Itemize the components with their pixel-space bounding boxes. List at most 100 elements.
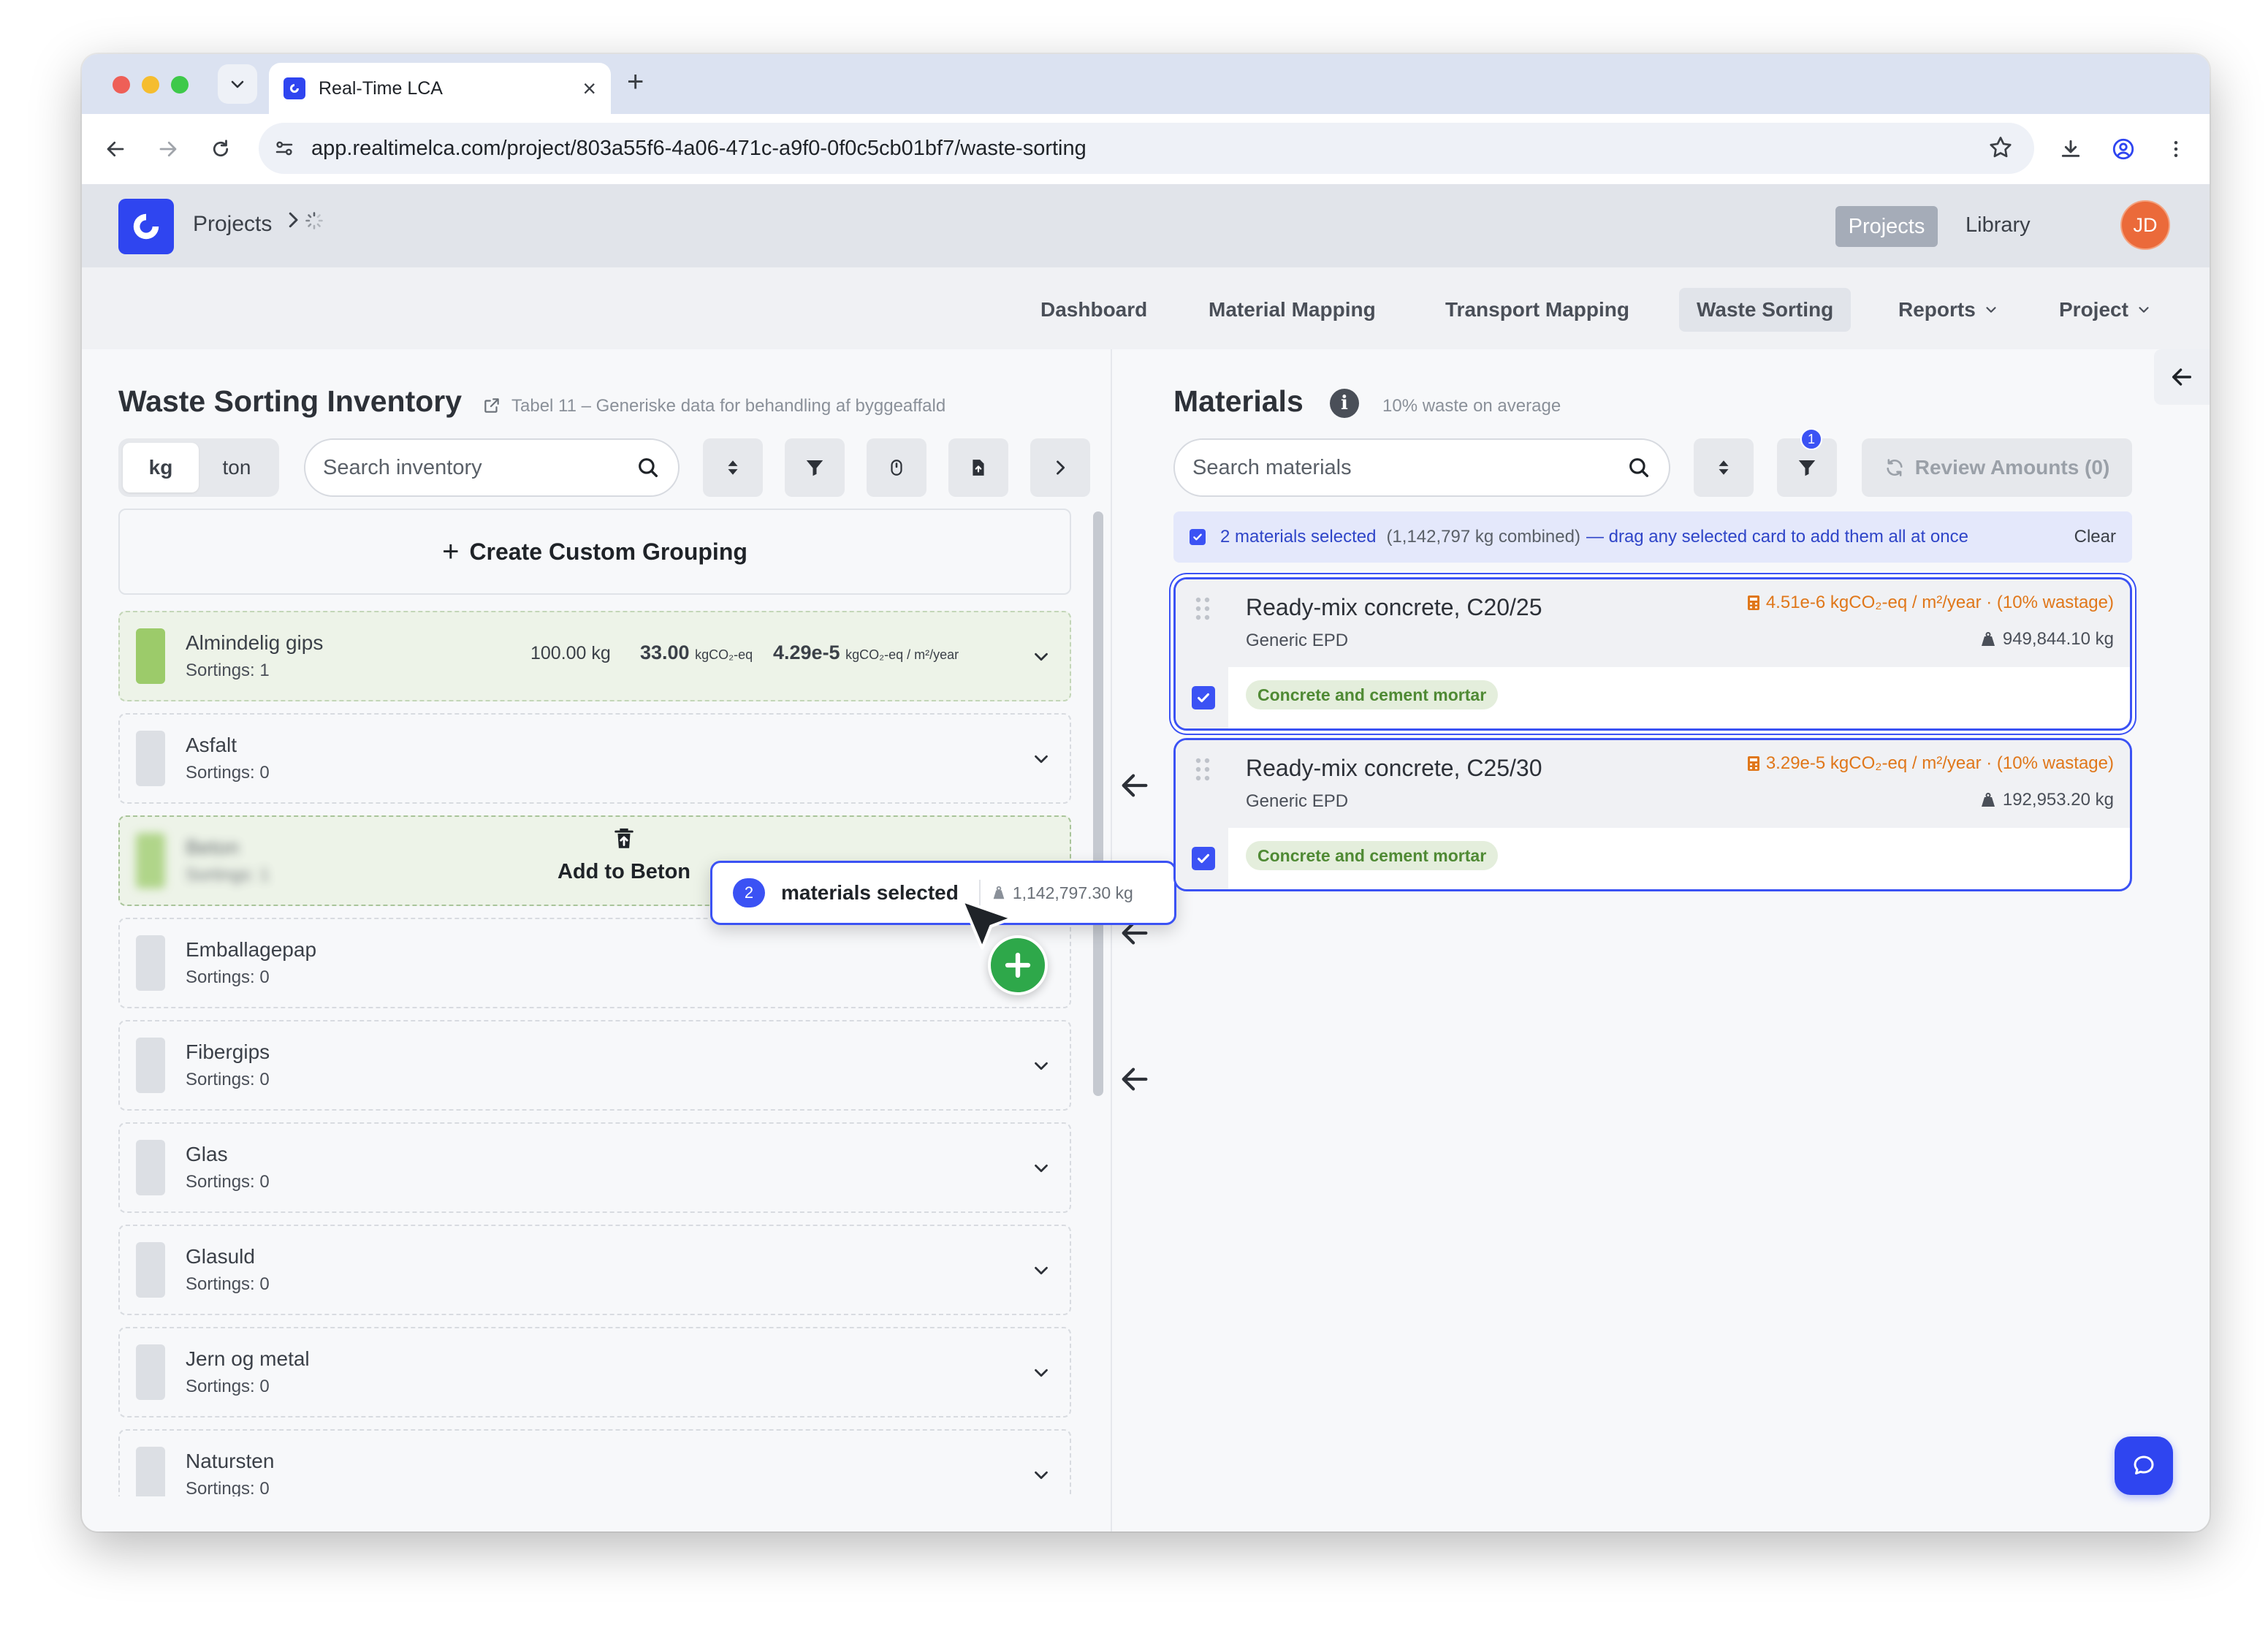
new-tab-button[interactable]: + xyxy=(627,66,644,99)
file-export-icon xyxy=(973,460,984,476)
materials-search-input[interactable] xyxy=(1192,455,1626,480)
search-icon[interactable] xyxy=(636,455,661,480)
group-name: Glasuld xyxy=(186,1245,255,1268)
library-link[interactable]: Library xyxy=(1966,213,2031,237)
back-button[interactable] xyxy=(99,133,132,165)
reload-button[interactable] xyxy=(205,133,237,165)
group-name: Jern og metal xyxy=(186,1347,310,1370)
reload-icon xyxy=(213,140,229,157)
user-avatar[interactable]: JD xyxy=(2122,202,2169,248)
chat-support-button[interactable] xyxy=(2115,1436,2173,1495)
unit-kg-button[interactable]: kg xyxy=(123,443,199,492)
external-link-icon[interactable] xyxy=(482,396,501,415)
expand-button[interactable] xyxy=(1030,438,1090,497)
url-bar[interactable]: app.realtimelca.com/project/803a55f6-4a0… xyxy=(259,123,2034,174)
chevron-right-icon xyxy=(1057,460,1065,475)
material-checkbox[interactable] xyxy=(1192,847,1215,870)
forward-button[interactable] xyxy=(152,133,184,165)
waste-group[interactable]: Natursten Sortings: 0 xyxy=(118,1429,1071,1496)
select-all-checkbox[interactable] xyxy=(1190,529,1206,545)
waste-group[interactable]: Glasuld Sortings: 0 xyxy=(118,1225,1071,1315)
bookmark-star-icon[interactable] xyxy=(1987,134,2014,161)
waste-group[interactable]: Asfalt Sortings: 0 xyxy=(118,713,1071,804)
group-color-swatch xyxy=(136,1242,165,1298)
export-button[interactable] xyxy=(948,438,1008,497)
tab-title: Real-Time LCA xyxy=(319,77,443,99)
group-co2-unit: kgCO₂-eq xyxy=(695,647,753,662)
filter-button[interactable] xyxy=(785,438,845,497)
url-text: app.realtimelca.com/project/803a55f6-4a0… xyxy=(311,136,1087,160)
inventory-source-link[interactable]: Tabel 11 – Generiske data for behandling… xyxy=(511,396,945,416)
waste-group[interactable]: Glas Sortings: 0 xyxy=(118,1122,1071,1213)
grip-icon xyxy=(1195,758,1210,781)
arrow-left-icon xyxy=(2172,368,2192,386)
profile-icon xyxy=(2112,138,2134,160)
nav-dashboard[interactable]: Dashboard xyxy=(1023,288,1165,332)
waste-group[interactable]: Emballagepap Sortings: 0 xyxy=(118,918,1071,1008)
filter-icon xyxy=(1798,460,1816,476)
downloads-button[interactable] xyxy=(2055,133,2087,165)
create-custom-grouping-button[interactable]: + Create Custom Grouping xyxy=(118,509,1071,595)
waste-group[interactable]: Fibergips Sortings: 0 xyxy=(118,1020,1071,1111)
browser-menu-button[interactable] xyxy=(2160,133,2192,165)
browser-tab[interactable]: Real-Time LCA × xyxy=(269,63,611,114)
site-settings-icon[interactable] xyxy=(273,137,295,159)
breadcrumb-projects[interactable]: Projects xyxy=(193,212,272,237)
chevron-down-icon[interactable] xyxy=(1030,1260,1052,1282)
group-co2: 33.00 kgCO₂-eq xyxy=(640,642,753,664)
search-icon[interactable] xyxy=(1626,455,1651,480)
clear-selection-button[interactable]: Clear xyxy=(2074,527,2116,547)
chevron-down-icon[interactable] xyxy=(1030,646,1052,668)
group-color-swatch xyxy=(136,731,165,786)
unit-ton-button[interactable]: ton xyxy=(199,443,275,492)
selection-combined: (1,142,797 kg combined) xyxy=(1386,527,1580,547)
group-color-swatch xyxy=(136,935,165,991)
chevron-down-icon[interactable] xyxy=(1030,1362,1052,1384)
material-card[interactable]: Ready-mix concrete, C25/30 Generic EPD 3… xyxy=(1173,738,2132,891)
nav-reports-label: Reports xyxy=(1898,298,1976,321)
main-nav: Dashboard Material Mapping Transport Map… xyxy=(82,267,2210,349)
inventory-scrollbar[interactable] xyxy=(1093,511,1103,1096)
group-intensity-value: 4.29e-5 xyxy=(773,642,840,663)
group-sortings: Sortings: 1 xyxy=(186,865,270,885)
material-name: Ready-mix concrete, C20/25 xyxy=(1246,594,1542,620)
material-checkbox[interactable] xyxy=(1192,686,1215,709)
nav-waste-sorting[interactable]: Waste Sorting xyxy=(1679,288,1852,332)
app-logo[interactable] xyxy=(118,199,174,254)
materials-sort-button[interactable] xyxy=(1694,438,1754,497)
material-card[interactable]: Ready-mix concrete, C20/25 Generic EPD 4… xyxy=(1173,577,2132,731)
filter-count-badge: 1 xyxy=(1800,428,1822,450)
material-source: Generic EPD xyxy=(1246,631,1349,650)
sort-button[interactable] xyxy=(703,438,763,497)
group-name: Beton xyxy=(186,836,240,859)
chevron-down-icon[interactable] xyxy=(1030,1055,1052,1077)
waste-group[interactable]: Jern og metal Sortings: 0 xyxy=(118,1327,1071,1417)
nav-transport-mapping-label: Transport Mapping xyxy=(1445,298,1629,321)
chevron-down-icon[interactable] xyxy=(1030,748,1052,770)
projects-button[interactable]: Projects xyxy=(1835,206,1938,247)
tab-search-button[interactable] xyxy=(218,64,257,104)
chevron-down-icon[interactable] xyxy=(1030,1157,1052,1179)
maximize-window-button[interactable] xyxy=(171,76,189,94)
selection-hint: — drag any selected card to add them all… xyxy=(1586,527,1968,547)
info-icon[interactable]: i xyxy=(1330,389,1359,418)
group-sortings: Sortings: 0 xyxy=(186,967,270,987)
nav-material-mapping[interactable]: Material Mapping xyxy=(1191,288,1393,332)
chevron-down-icon[interactable] xyxy=(1030,1464,1052,1486)
drop-target-label: Add to Beton xyxy=(514,826,734,884)
close-tab-icon[interactable]: × xyxy=(582,75,596,102)
arrow-left-icon xyxy=(1122,774,1148,797)
nav-transport-mapping[interactable]: Transport Mapping xyxy=(1428,288,1647,332)
unit-toggle: kg ton xyxy=(118,438,279,497)
review-amounts-button[interactable]: Review Amounts (0) xyxy=(1862,438,2132,497)
waste-group[interactable]: Almindelig gips Sortings: 1 100.00 kg 33… xyxy=(118,611,1071,701)
mouse-mode-button[interactable] xyxy=(867,438,926,497)
collapse-panel-button[interactable] xyxy=(2154,349,2210,405)
inventory-search-input[interactable] xyxy=(323,455,636,480)
close-window-button[interactable] xyxy=(113,76,130,94)
nav-project[interactable]: Project xyxy=(2041,288,2169,332)
nav-reports[interactable]: Reports xyxy=(1881,288,2017,332)
profile-button[interactable] xyxy=(2107,133,2139,165)
material-category-tag: Concrete and cement mortar xyxy=(1246,680,1499,709)
minimize-window-button[interactable] xyxy=(142,76,159,94)
